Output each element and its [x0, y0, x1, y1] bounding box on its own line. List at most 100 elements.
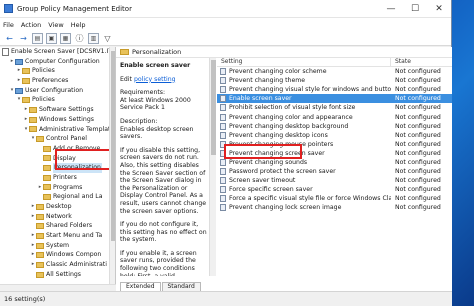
settings-list: Setting State Prevent changing color sch…	[217, 58, 452, 276]
policy-row[interactable]: Password protect the screen saver Not con…	[217, 167, 452, 176]
policy-row[interactable]: Prevent changing lock screen image Not co…	[217, 203, 452, 212]
policy-state: Not configured	[395, 168, 441, 176]
view-tabs: Extended Standard	[120, 282, 202, 291]
policy-setting-cell: Prevent changing visual style for window…	[217, 86, 391, 94]
tree-node[interactable]: ▸ Programs	[0, 183, 115, 193]
maximize-button[interactable]: ☐	[403, 0, 427, 18]
column-state[interactable]: State	[391, 58, 452, 66]
tab-extended[interactable]: Extended	[120, 282, 161, 291]
tree-node[interactable]: ▾ Administrative Templat	[0, 125, 115, 135]
tree-horizontal-scrollbar[interactable]	[0, 284, 116, 291]
policy-setting-icon	[220, 204, 226, 212]
help-icon[interactable]: ⓘ	[74, 33, 85, 44]
policy-setting-name: Prevent changing theme	[229, 77, 306, 85]
policy-row[interactable]: Prevent changing sounds Not configured	[217, 158, 452, 167]
filter-icon[interactable]: ▽	[102, 33, 113, 44]
tree-node-label: Desktop	[46, 203, 72, 210]
folder-icon	[36, 213, 44, 220]
tree-node[interactable]: All Settings	[0, 270, 115, 280]
tree-node[interactable]: ▾ Control Panel	[0, 134, 115, 144]
policy-row[interactable]: Screen saver timeout Not configured	[217, 176, 452, 185]
policy-row[interactable]: Force a specific visual style file or fo…	[217, 194, 452, 203]
column-setting[interactable]: Setting	[217, 58, 391, 66]
policy-setting-cell: Prevent changing color and appearance	[217, 113, 391, 121]
tree-node[interactable]: ▾ Policies	[0, 95, 115, 105]
tree-node[interactable]: Shared Folders	[0, 221, 115, 231]
policy-setting-name: Prevent changing desktop icons	[229, 131, 328, 139]
tree-node[interactable]: ▸ Windows Compon	[0, 250, 115, 260]
folder-icon	[36, 232, 44, 239]
enable-screen-saver-highlight-box	[224, 144, 302, 159]
policy-setting-icon	[220, 113, 226, 121]
policy-row[interactable]: Prevent changing desktop background Not c…	[217, 122, 452, 131]
tree-node[interactable]: Printers	[0, 173, 115, 183]
tree-node-label: Preferences	[32, 77, 69, 85]
tree-scrollbar[interactable]	[109, 47, 115, 291]
back-arrow-icon[interactable]: ←	[4, 33, 15, 44]
policy-setting-name: Force specific screen saver	[229, 186, 313, 194]
policy-setting-icon	[220, 68, 226, 76]
tree-node-label: Software Settings	[39, 106, 94, 114]
close-button[interactable]: ✕	[427, 0, 451, 18]
policy-row[interactable]: Force specific screen saver Not configure…	[217, 185, 452, 194]
menu-bar: File Action View Help	[0, 18, 451, 31]
folder-icon	[43, 155, 51, 162]
menu-view[interactable]: View	[48, 21, 63, 29]
minimize-button[interactable]: —	[379, 0, 403, 18]
tree-node[interactable]: ▸ Preferences	[0, 76, 115, 86]
edit-policy-link[interactable]: policy setting	[134, 76, 176, 83]
policy-setting-name: Password protect the screen saver	[229, 168, 336, 176]
policy-setting-icon	[220, 186, 226, 194]
show-hide-tree-icon[interactable]: ▤	[32, 32, 43, 44]
policy-row[interactable]: Prevent changing desktop icons Not config…	[217, 131, 452, 140]
policy-setting-name: Prevent changing desktop background	[229, 122, 349, 130]
tree-node-label: Enable Screen Saver [DCSRV1.ITEC	[11, 48, 116, 55]
tree-node[interactable]: ▸ System	[0, 241, 115, 251]
policy-row[interactable]: Prohibit selection of visual style font …	[217, 103, 452, 112]
pane-icon[interactable]: ▥	[88, 32, 99, 44]
properties-icon[interactable]: ▣	[46, 32, 57, 44]
tree-node[interactable]: ▸ Software Settings	[0, 105, 115, 115]
policy-setting-cell: Enable screen saver	[217, 95, 391, 103]
tree-node[interactable]: ▸ Classic Administrati	[0, 260, 115, 270]
menu-help[interactable]: Help	[71, 21, 86, 29]
menu-action[interactable]: Action	[21, 21, 41, 29]
policy-row[interactable]: Prevent changing color and appearance Not…	[217, 112, 452, 121]
tree-node[interactable]: ▸ Start Menu and Ta	[0, 231, 115, 241]
policy-state: Not configured	[395, 149, 441, 157]
policy-row[interactable]: Prevent changing color scheme Not configu…	[217, 67, 452, 76]
policy-setting-cell: Force specific screen saver	[217, 186, 391, 194]
description-scroll-thumb[interactable]	[211, 60, 216, 155]
tree-node[interactable]: Enable Screen Saver [DCSRV1.ITEC	[0, 47, 115, 57]
description-paragraph-2: If you do not configure it, this setting…	[120, 221, 207, 244]
menu-file[interactable]: File	[3, 21, 14, 29]
policy-setting-name: Prevent changing visual style for window…	[229, 86, 391, 94]
tree-node[interactable]: ▾ User Configuration	[0, 86, 115, 96]
policy-state: Not configured	[395, 86, 441, 94]
tree-node[interactable]: ▸ Network	[0, 212, 115, 222]
console-tree: Enable Screen Saver [DCSRV1.ITEC ▸ Compute…	[0, 47, 116, 291]
description-scrollbar[interactable]	[209, 58, 216, 276]
policy-row[interactable]: Prevent changing theme Not configured	[217, 76, 452, 85]
tree-node-label: Windows Compon	[46, 251, 102, 259]
policy-row[interactable]: Enable screen saver Not configured	[217, 94, 452, 104]
tab-standard[interactable]: Standard	[161, 282, 201, 291]
forward-arrow-icon[interactable]: →	[18, 33, 29, 44]
tree-node[interactable]: ▸ Policies	[0, 66, 115, 76]
policy-state: Not configured	[395, 77, 441, 85]
status-bar: 16 setting(s)	[0, 291, 452, 306]
tree-node-label: Policies	[32, 67, 55, 75]
tree-node[interactable]: ▸ Desktop	[0, 202, 115, 212]
tree-node[interactable]: ▸ Computer Configuration	[0, 57, 115, 67]
policy-setting-name: Enable screen saver	[229, 95, 292, 103]
folder-icon	[36, 271, 44, 278]
policy-setting-name: Prevent changing lock screen image	[229, 204, 342, 212]
tree-node[interactable]: Regional and La	[0, 192, 115, 202]
tree-node[interactable]: ▸ Windows Settings	[0, 115, 115, 125]
policy-setting-name: Prevent changing color and appearance	[229, 113, 353, 121]
policy-row[interactable]: Prevent changing visual style for window…	[217, 85, 452, 94]
policy-setting-name: Prevent changing sounds	[229, 158, 308, 166]
export-list-icon[interactable]: ▦	[60, 32, 71, 44]
policy-setting-cell: Prohibit selection of visual style font …	[217, 104, 391, 112]
policy-setting-icon	[220, 104, 226, 112]
